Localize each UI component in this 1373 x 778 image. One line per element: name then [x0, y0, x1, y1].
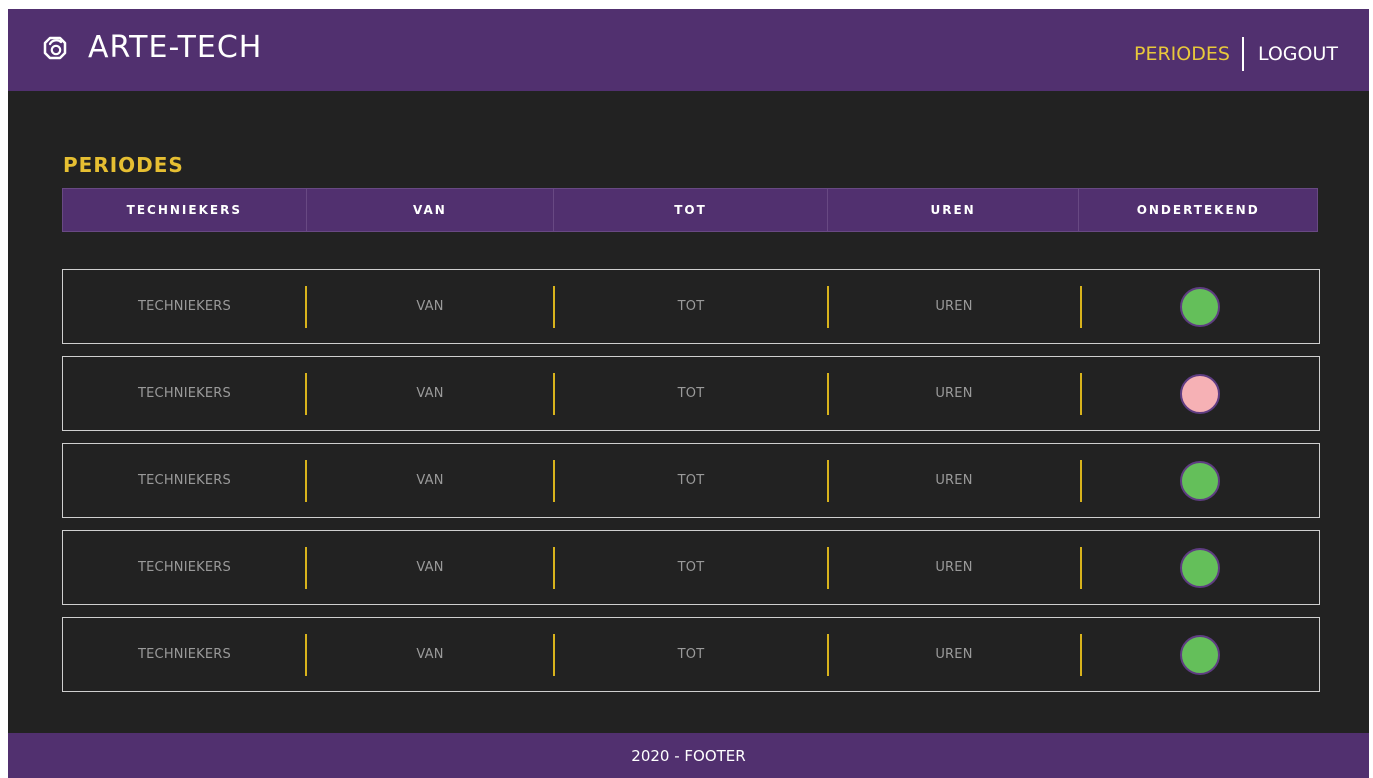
cell-tot: TOT	[677, 473, 705, 488]
column-divider	[827, 460, 829, 502]
header-uren: UREN	[826, 189, 1079, 231]
table-row: TECHNIEKERS VAN TOT UREN	[62, 617, 1320, 692]
cell-uren: UREN	[935, 647, 973, 662]
status-indicator	[1179, 547, 1220, 588]
column-divider	[553, 460, 555, 502]
nav-link-periodes[interactable]: PERIODES	[1134, 41, 1230, 67]
table-row: TECHNIEKERS VAN TOT UREN	[62, 443, 1320, 518]
column-divider	[827, 547, 829, 589]
cell-ondertekend	[1080, 531, 1319, 604]
table-row: TECHNIEKERS VAN TOT UREN	[62, 356, 1320, 431]
cell-techniekers: TECHNIEKERS	[137, 560, 231, 575]
cell-van: VAN	[416, 386, 444, 401]
column-divider	[553, 373, 555, 415]
cell-uren: UREN	[935, 299, 973, 314]
cell-tot: TOT	[677, 299, 705, 314]
cell-van: VAN	[416, 647, 444, 662]
cell-techniekers: TECHNIEKERS	[137, 647, 231, 662]
status-indicator	[1179, 373, 1220, 414]
cell-van: VAN	[416, 473, 444, 488]
status-indicator	[1179, 286, 1220, 327]
header-techniekers: TECHNIEKERS	[126, 203, 242, 217]
cell-uren: UREN	[935, 560, 973, 575]
column-divider	[305, 286, 307, 328]
cell-ondertekend	[1080, 444, 1319, 517]
column-divider	[305, 460, 307, 502]
brand-logo: ARTE-TECH	[42, 30, 262, 66]
header-van: VAN	[305, 189, 554, 231]
page-title: PERIODES	[63, 153, 184, 177]
column-divider	[305, 547, 307, 589]
cell-ondertekend	[1080, 357, 1319, 430]
nav-separator	[1241, 37, 1244, 71]
cell-techniekers: TECHNIEKERS	[137, 299, 231, 314]
column-divider	[827, 286, 829, 328]
column-divider	[553, 634, 555, 676]
cell-techniekers: TECHNIEKERS	[137, 473, 231, 488]
header-tot: TOT	[553, 189, 827, 231]
cell-tot: TOT	[677, 386, 705, 401]
column-divider	[1080, 460, 1082, 502]
header-ondertekend: ONDERTEKEND	[1078, 189, 1317, 231]
column-divider	[553, 286, 555, 328]
column-divider	[827, 634, 829, 676]
column-divider	[1080, 373, 1082, 415]
app-window: ARTE-TECH PERIODES LOGOUT PERIODES TECHN…	[8, 9, 1369, 778]
status-indicator	[1179, 634, 1220, 675]
column-divider	[305, 373, 307, 415]
main-navigation: PERIODES LOGOUT	[1134, 37, 1338, 71]
table-row: TECHNIEKERS VAN TOT UREN	[62, 269, 1320, 344]
cell-tot: TOT	[677, 647, 705, 662]
circle-hexagon-logo-icon	[42, 35, 68, 61]
column-divider	[1080, 634, 1082, 676]
column-divider	[305, 634, 307, 676]
column-divider	[553, 547, 555, 589]
cell-ondertekend	[1080, 618, 1319, 691]
top-navigation-bar: ARTE-TECH PERIODES LOGOUT	[8, 9, 1369, 91]
cell-tot: TOT	[677, 560, 705, 575]
cell-van: VAN	[416, 560, 444, 575]
cell-ondertekend	[1080, 270, 1319, 343]
cell-techniekers: TECHNIEKERS	[137, 386, 231, 401]
footer: 2020 - FOOTER	[8, 733, 1369, 778]
column-divider	[1080, 286, 1082, 328]
status-indicator	[1179, 460, 1220, 501]
nav-link-logout[interactable]: LOGOUT	[1258, 41, 1338, 67]
column-divider	[1080, 547, 1082, 589]
column-divider	[827, 373, 829, 415]
table-row: TECHNIEKERS VAN TOT UREN	[62, 530, 1320, 605]
cell-uren: UREN	[935, 473, 973, 488]
brand-name: ARTE-TECH	[88, 30, 263, 65]
periodes-table-rows: TECHNIEKERS VAN TOT UREN TECHNIEKERS VAN…	[62, 269, 1320, 704]
periodes-table-header: TECHNIEKERS VAN TOT UREN ONDERTEKEND	[62, 188, 1318, 232]
cell-uren: UREN	[935, 386, 973, 401]
cell-van: VAN	[416, 299, 444, 314]
